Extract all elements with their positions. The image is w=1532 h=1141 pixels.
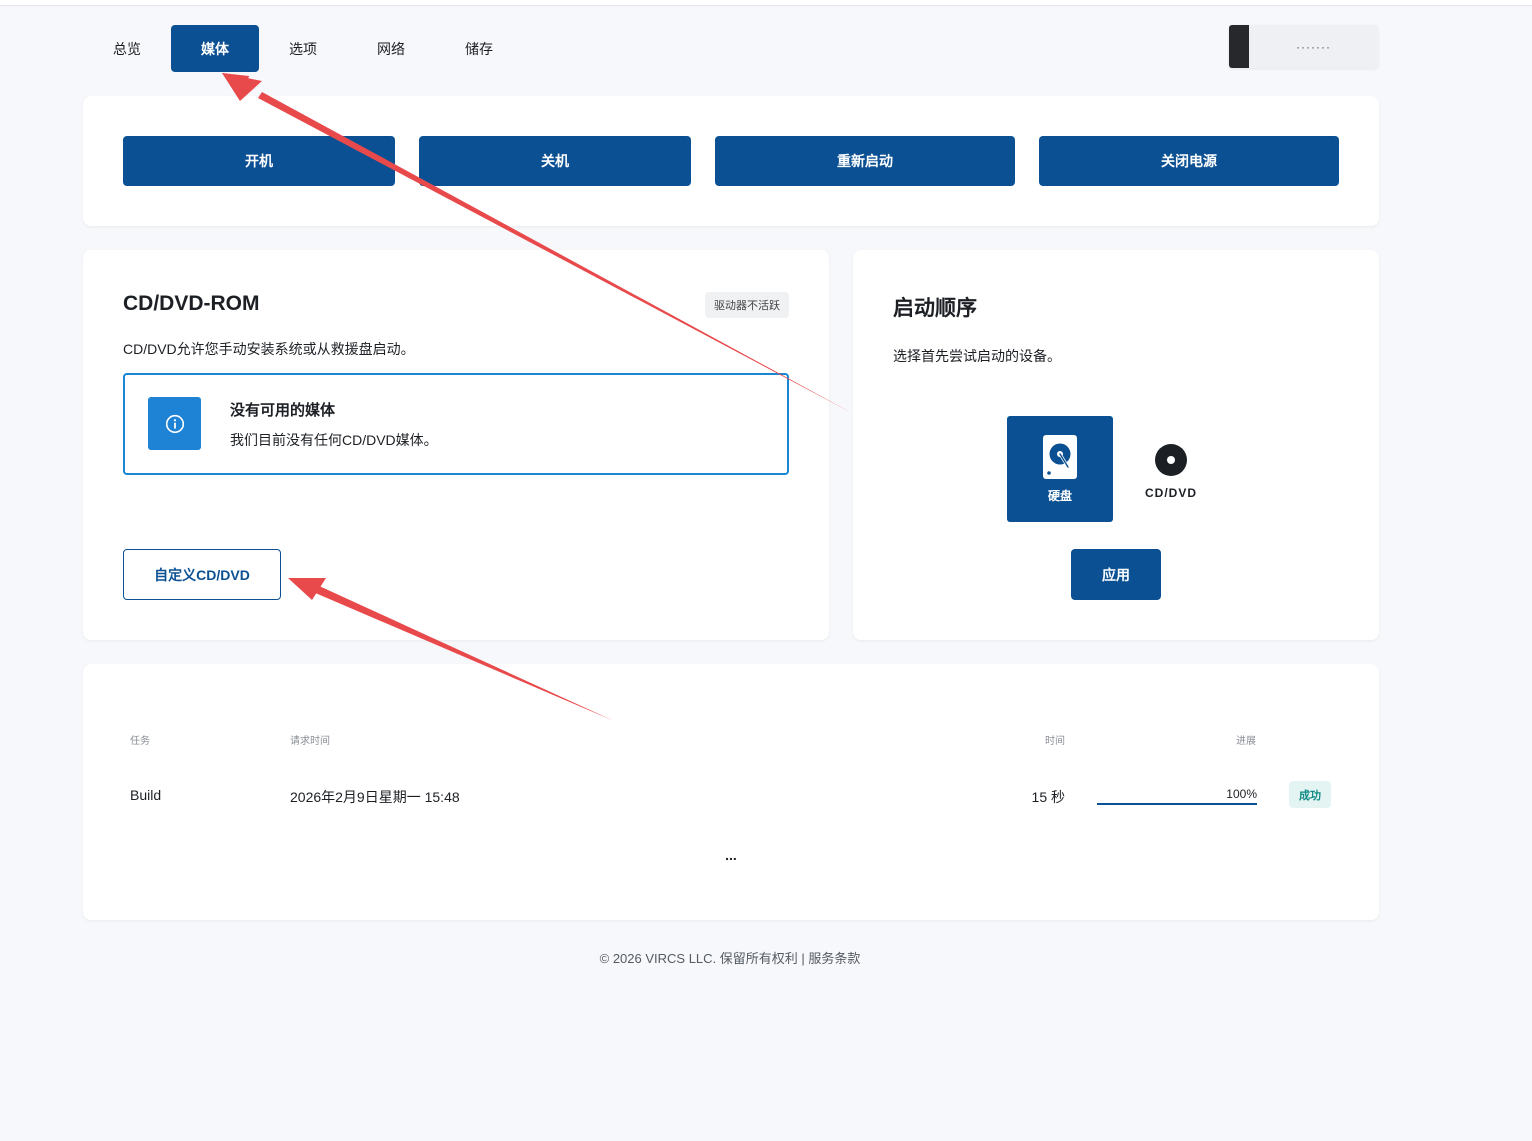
boot-order-title: 启动顺序	[893, 297, 977, 320]
boot-device-hard-disk[interactable]: 硬盘	[1007, 416, 1113, 522]
power-off-button[interactable]: 关闭电源	[1039, 136, 1339, 186]
cd-dvd-label: CD/DVD	[1144, 486, 1197, 500]
apply-button[interactable]: 应用	[1071, 549, 1161, 600]
restart-button[interactable]: 重新启动	[715, 136, 1015, 186]
account-menu[interactable]: ·······	[1229, 25, 1378, 68]
header-task: 任务	[130, 736, 150, 747]
hard-disk-label: 硬盘	[1047, 489, 1072, 503]
boot-order-card: 启动顺序 选择首先尝试启动的设备。 硬盘 CD/DVD 应用	[853, 250, 1379, 640]
status-badge: 成功	[1289, 781, 1331, 808]
request-time: 2026年2月9日星期一 15:48	[290, 789, 460, 805]
info-icon	[148, 397, 201, 450]
progress-fill	[1097, 803, 1257, 805]
tab-network[interactable]: 网络	[347, 25, 435, 72]
no-media-message: 我们目前没有任何CD/DVD媒体。	[230, 432, 438, 448]
power-on-button[interactable]: 开机	[123, 136, 395, 186]
drive-status-badge: 驱动器不活跃	[705, 292, 789, 318]
task-history-card: 任务 请求时间 时间 进展 Build 2026年2月9日星期一 15:48 1…	[83, 664, 1379, 920]
no-media-title: 没有可用的媒体	[230, 402, 336, 419]
tab-overview[interactable]: 总览	[83, 25, 171, 72]
footer-copyright: © 2026 VIRCS LLC. 保留所有权利 | 服务条款	[599, 951, 861, 966]
task-progress: 100%	[1097, 786, 1257, 805]
custom-cd-dvd-button[interactable]: 自定义CD/DVD	[123, 549, 281, 600]
progress-label: 100%	[1226, 787, 1257, 801]
tab-storage[interactable]: 储存	[435, 25, 523, 72]
cd-description: CD/DVD允许您手动安装系统或从救援盘启动。	[123, 341, 415, 357]
top-bar	[0, 0, 1532, 6]
tab-bar: 总览 媒体 选项 网络 储存	[83, 25, 523, 72]
header-request-time: 请求时间	[290, 736, 330, 747]
boot-device-cd-dvd[interactable]: CD/DVD	[1123, 416, 1219, 522]
task-name: Build	[130, 787, 162, 803]
duration: 15 秒	[1031, 789, 1065, 805]
disc-icon	[1155, 444, 1187, 481]
load-more-indicator[interactable]: ...	[83, 847, 1379, 863]
cd-title: CD/DVD-ROM	[123, 292, 260, 315]
shutdown-button[interactable]: 关机	[419, 136, 691, 186]
cd-dvd-card: CD/DVD-ROM 驱动器不活跃 CD/DVD允许您手动安装系统或从救援盘启动…	[83, 250, 829, 640]
no-media-notice: 没有可用的媒体 我们目前没有任何CD/DVD媒体。	[123, 373, 789, 475]
header-progress: 进展	[1236, 736, 1256, 747]
boot-order-description: 选择首先尝试启动的设备。	[893, 348, 1061, 364]
power-controls-card: 开机 关机 重新启动 关闭电源	[83, 96, 1379, 226]
tab-options[interactable]: 选项	[259, 25, 347, 72]
hard-disk-icon	[1043, 435, 1077, 484]
account-name-masked: ·······	[1296, 39, 1331, 54]
tab-media[interactable]: 媒体	[171, 25, 259, 72]
header-time: 时间	[1045, 736, 1065, 747]
account-avatar	[1229, 25, 1249, 68]
